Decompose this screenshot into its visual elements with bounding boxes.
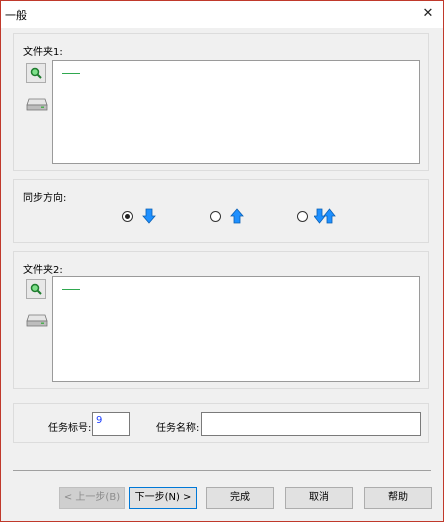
window-title: 一般 xyxy=(5,9,27,22)
title-bar: 一般 ✕ xyxy=(1,1,443,28)
task-name-input[interactable] xyxy=(201,412,421,436)
sync-radio-both[interactable] xyxy=(297,211,308,222)
close-button[interactable]: ✕ xyxy=(417,4,439,24)
sync-radio-up[interactable] xyxy=(210,211,221,222)
sync-radio-down[interactable] xyxy=(122,211,133,222)
back-button[interactable]: < 上一步(B) xyxy=(59,487,125,509)
folder2-group: 文件夹2: xyxy=(13,251,429,389)
arrow-up-icon xyxy=(230,208,244,224)
folder2-path-box[interactable] xyxy=(52,276,420,382)
task-id-input[interactable]: 9 xyxy=(92,412,130,436)
finish-button[interactable]: 完成 xyxy=(206,487,274,509)
arrow-down-icon xyxy=(142,208,156,224)
folder2-label: 文件夹2: xyxy=(23,265,63,276)
folder1-browse-button[interactable] xyxy=(26,63,46,83)
next-button[interactable]: 下一步(N) > xyxy=(129,487,197,509)
drive-icon xyxy=(26,98,48,111)
cancel-button[interactable]: 取消 xyxy=(285,487,353,509)
folder1-group: 文件夹1: xyxy=(13,33,429,171)
radio-selected-dot xyxy=(125,214,130,219)
folder2-browse-button[interactable] xyxy=(26,279,46,299)
sync-direction-group: 同步方向: xyxy=(13,179,429,243)
folder2-path-line xyxy=(62,289,80,290)
folder1-path-box[interactable] xyxy=(52,60,420,164)
dialog-window: 一般 ✕ 文件夹1: 同步方向: 文件夹2: 任务标号: 9 任务名称: < 上… xyxy=(0,0,444,522)
magnifier-icon xyxy=(30,67,42,79)
task-id-label: 任务标号: xyxy=(48,423,92,434)
footer-separator xyxy=(13,470,431,471)
magnifier-icon xyxy=(30,283,42,295)
folder1-path-line xyxy=(62,73,80,74)
folder1-label: 文件夹1: xyxy=(23,47,63,58)
sync-direction-label: 同步方向: xyxy=(23,193,67,204)
task-name-label: 任务名称: xyxy=(156,423,200,434)
help-button[interactable]: 帮助 xyxy=(364,487,432,509)
arrow-both-icon xyxy=(314,208,336,224)
task-group: 任务标号: 9 任务名称: xyxy=(13,403,429,443)
drive-icon xyxy=(26,314,48,327)
